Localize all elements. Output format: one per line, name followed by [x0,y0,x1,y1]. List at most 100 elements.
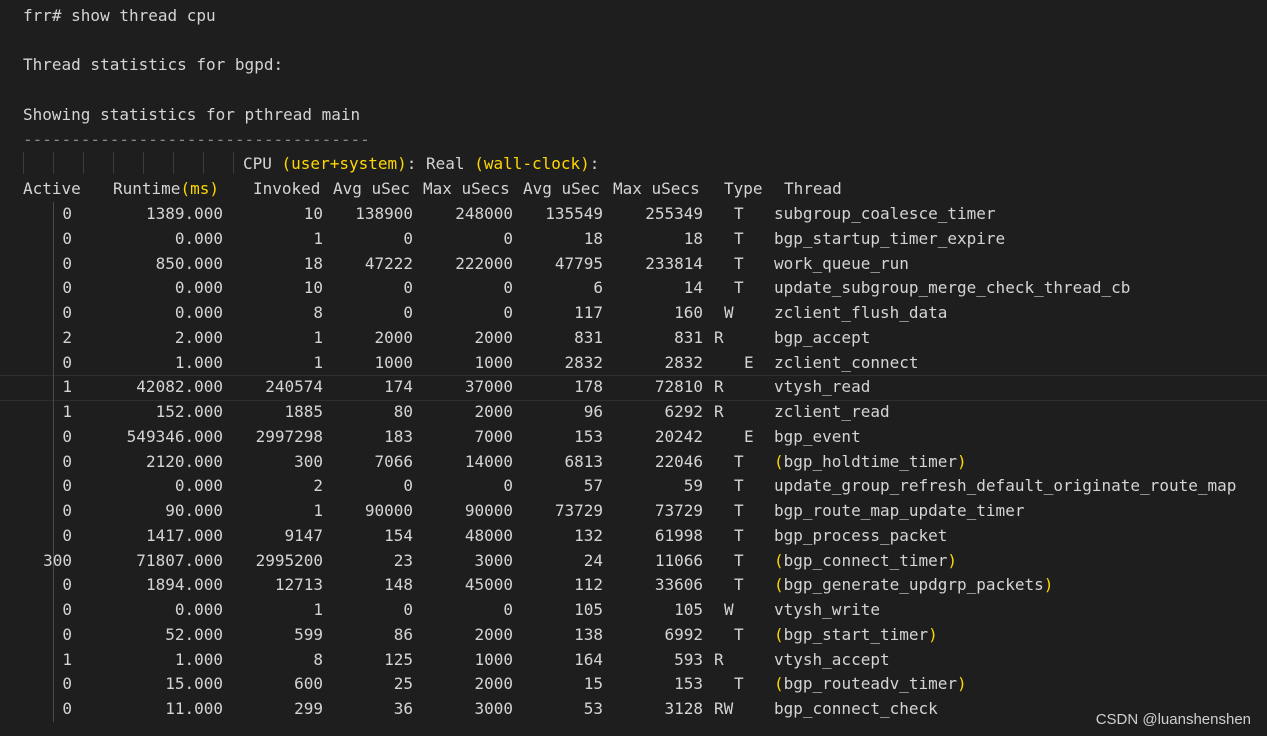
cell-invoked: 1885 [284,402,323,421]
cell-max2: 6992 [664,624,703,644]
cell-avg2: 57 [583,476,603,496]
indent-guides [23,152,234,174]
header-avg-usec-cpu: Avg uSec [333,179,411,198]
cell-avg2: 105 [574,600,603,619]
cell-avg2: 831 [574,327,603,347]
indent-guide [53,152,54,174]
cell-max1: 248000 [455,204,513,223]
cell-avg2: 15 [583,674,603,694]
table-row: 2 2.000 1 2000 2000 831 831 Rbgp_accept [0,326,1267,351]
cell-thread: vtysh_read [774,377,871,397]
cell-avg2: 164 [574,649,603,669]
cell-thread: (bgp_connect_timer) [774,550,958,570]
cell-type: T [734,501,744,520]
cell-active: 0 [62,476,72,496]
cell-runtime: 850.000 [155,253,223,273]
table-row: 0 1389.000 10 138900 248000 135549 255349 Tsubg… [0,202,1267,227]
pthread-title: Showing statistics for pthread main [23,105,361,124]
cell-type: T [734,525,744,545]
cell-type: W [724,303,734,322]
cell-avg1: 23 [393,550,413,570]
cell-invoked: 2997298 [255,426,323,446]
table-row: 0 0.000 8 0 0 117 160 Wzclient_flush_data [0,301,1267,326]
table-row: 300 71807.000 2995200 23 3000 24 11066 T (bgp_co… [0,549,1267,574]
cell-type: T [734,476,744,496]
cell-active: 0 [62,352,72,372]
cell-invoked: 299 [294,699,323,718]
cell-invoked: 300 [294,451,323,471]
table-row: 0 549346.000 2997298 183 7000 153 20242 Ebgp_ev… [0,425,1267,450]
cell-max2: 18 [683,228,703,248]
table-row: 0 11.000 299 36 3000 53 3128 RW bgp_connect_chec… [0,697,1267,722]
real-label: : Real [406,154,475,173]
cell-active: 0 [62,278,72,298]
cell-avg1: 0 [403,600,413,619]
cell-avg2: 6 [593,278,603,298]
header-active: Active [23,179,81,198]
terminal-window[interactable]: frr# show thread cpu Thread statistics f… [0,0,1267,736]
cell-active: 0 [62,451,72,471]
cell-avg1: 36 [393,699,413,718]
cell-type: T [734,624,744,644]
cell-thread: subgroup_coalesce_timer [774,204,996,223]
cell-thread: zclient_read [774,402,890,421]
cell-avg2: 6813 [564,451,603,471]
cell-runtime: 2.000 [174,327,223,347]
cell-max1: 3000 [474,699,513,718]
indent-guide [233,152,234,174]
cell-avg2: 2832 [564,352,603,372]
cell-max2: 255349 [645,204,703,223]
cell-type: W [724,600,734,619]
indent-guide [83,152,84,174]
cell-runtime: 90.000 [165,501,223,520]
cell-max1: 48000 [464,525,513,545]
cell-type: T [734,550,744,570]
cell-max1: 2000 [474,674,513,694]
cell-avg2: 47795 [554,253,603,273]
table-row: 0 90.000 1 90000 90000 73729 73729 Tbgp_route_m… [0,499,1267,524]
cell-type: T [734,674,744,694]
cell-invoked: 10 [303,204,323,223]
cell-invoked: 8 [313,303,323,322]
cell-invoked: 1 [313,327,323,347]
cell-avg1: 0 [403,278,413,298]
cpu-paren: (user+system) [281,154,407,173]
cell-runtime: 11.000 [165,699,223,718]
cell-runtime: 549346.000 [126,426,223,446]
cell-type: T [734,253,744,273]
cell-max1: 222000 [455,253,513,273]
cell-active: 0 [62,204,72,223]
cell-thread: work_queue_run [774,253,909,273]
indent-guide [173,152,174,174]
cell-max2: 14 [683,278,703,298]
cell-max2: 153 [674,674,703,694]
cell-max2: 105 [674,600,703,619]
table-row: 0 0.000 10 0 0 6 14 Tupdate_subgroup_merge_chec… [0,276,1267,301]
cell-max2: 2832 [664,352,703,372]
cell-avg2: 96 [583,402,603,421]
cell-avg2: 53 [583,699,603,718]
cell-max2: 59 [683,476,703,496]
table-header: Active Runtime(ms) Invoked Avg uSec Max … [0,177,1267,202]
cell-max2: 73729 [654,501,703,520]
cell-thread: update_group_refresh_default_originate_r… [774,476,1237,496]
cell-invoked: 240574 [265,377,323,397]
cell-runtime: 2120.000 [145,451,223,471]
cell-thread: (bgp_generate_updgrp_packets) [774,575,1054,595]
table-row: 1 42082.000 240574 174 37000 178 72810 Rvtysh_r… [0,375,1267,400]
cell-max2: 33606 [654,575,703,595]
cell-avg1: 90000 [364,501,413,520]
header-avg-usec-real: Avg uSec [523,179,601,198]
cell-runtime: 1894.000 [145,575,223,595]
cell-thread: bgp_route_map_update_timer [774,501,1025,520]
cell-active: 0 [62,600,72,619]
cell-runtime: 1417.000 [145,525,223,545]
cell-max2: 22046 [654,451,703,471]
table-row: 0 15.000 600 25 2000 15 153 T (bgp_routeadv_time… [0,672,1267,697]
cell-max2: 593 [674,649,703,669]
cell-runtime: 52.000 [165,624,223,644]
table-row: 1 1.000 8 125 1000 164 593 Rvtysh_accept [0,648,1267,673]
cell-avg1: 47222 [364,253,413,273]
cell-max1: 0 [503,303,513,322]
cell-runtime: 0.000 [174,600,223,619]
